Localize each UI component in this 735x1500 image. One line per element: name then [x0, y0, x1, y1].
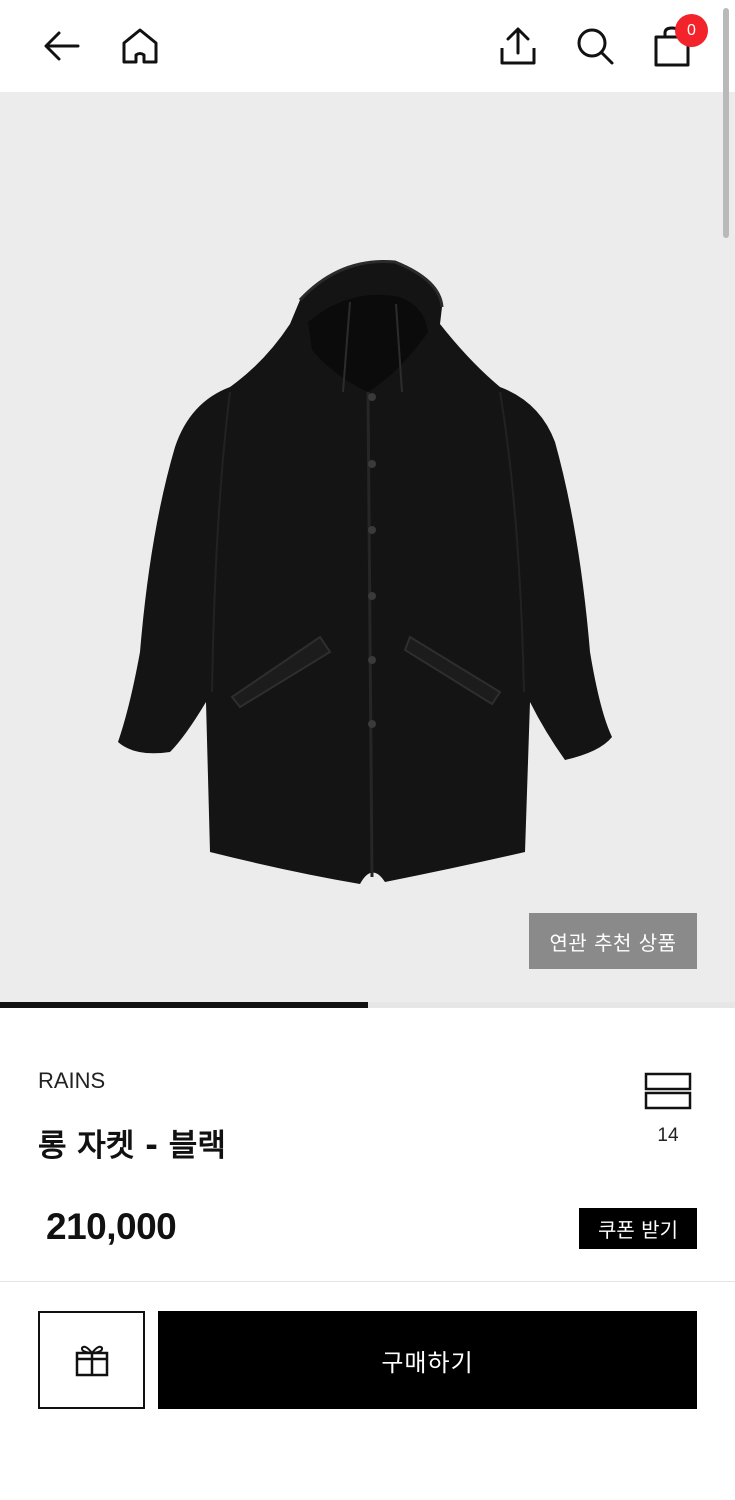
- coupon-button[interactable]: 쿠폰 받기: [579, 1208, 697, 1249]
- home-icon: [122, 28, 158, 64]
- top-nav-bar: 0: [0, 0, 735, 92]
- back-button[interactable]: [38, 22, 86, 70]
- gift-icon: [75, 1345, 108, 1377]
- share-upload-icon: [500, 27, 536, 65]
- cart-count-badge: 0: [675, 14, 708, 47]
- product-price: 210,000: [46, 1206, 177, 1247]
- brand-name[interactable]: RAINS: [38, 1068, 105, 1094]
- search-button[interactable]: [571, 22, 619, 70]
- wishlist-icon: [644, 1072, 692, 1110]
- product-image: [118, 259, 612, 884]
- related-products-button[interactable]: 연관 추천 상품: [529, 913, 697, 969]
- page-scrollbar[interactable]: [723, 8, 729, 238]
- share-button[interactable]: [494, 22, 542, 70]
- gallery-progress-bar: [0, 1002, 735, 1008]
- search-icon: [577, 28, 614, 65]
- buy-button[interactable]: 구매하기: [158, 1311, 697, 1409]
- section-divider: [0, 1281, 735, 1282]
- wishlist-button[interactable]: 14: [636, 1068, 700, 1158]
- gift-button[interactable]: [38, 1311, 145, 1409]
- wishlist-count: 14: [657, 1125, 679, 1146]
- product-name: 롱 자켓 - 블랙: [38, 1128, 226, 1164]
- home-button[interactable]: [116, 22, 164, 70]
- arrow-left-icon: [44, 31, 80, 61]
- product-image-gallery[interactable]: 연관 추천 상품: [0, 92, 735, 1002]
- gallery-progress-fill: [0, 1002, 368, 1008]
